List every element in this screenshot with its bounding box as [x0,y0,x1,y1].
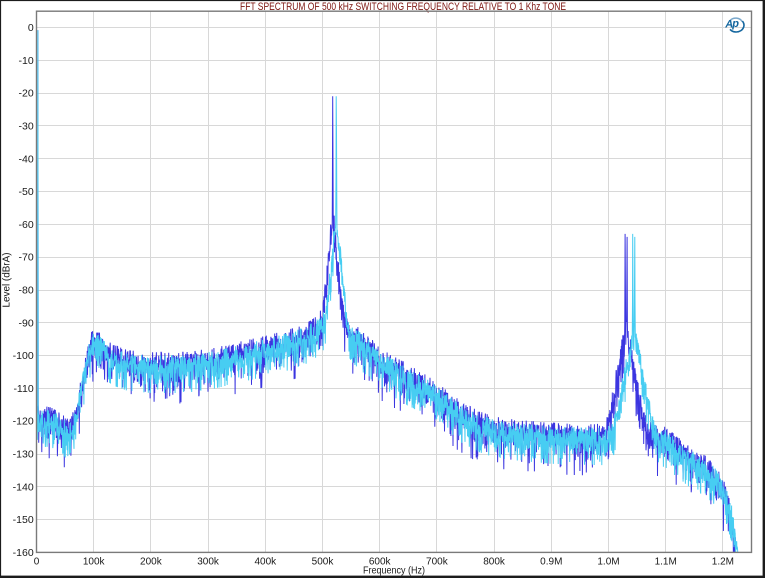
svg-text:-30: -30 [19,121,34,133]
svg-text:100k: 100k [83,557,106,568]
svg-text:-100: -100 [13,350,34,362]
svg-text:-160: -160 [13,547,34,559]
svg-text:-110: -110 [13,383,33,395]
svg-text:500k: 500k [312,557,335,568]
svg-text:p: p [731,18,739,30]
svg-text:1.2M: 1.2M [712,557,734,568]
svg-text:-70: -70 [19,252,34,264]
svg-text:-40: -40 [19,153,34,165]
svg-text:1.1M: 1.1M [655,557,677,568]
svg-text:-90: -90 [19,317,34,329]
svg-text:300k: 300k [197,557,220,568]
svg-text:Frequency (Hz): Frequency (Hz) [363,566,425,577]
svg-text:200k: 200k [140,557,163,568]
svg-text:400k: 400k [254,557,277,568]
svg-text:-10: -10 [19,55,34,67]
svg-text:0.9M: 0.9M [540,557,562,568]
svg-text:800k: 800k [483,557,506,568]
svg-text:-150: -150 [13,514,34,526]
svg-text:1.0M: 1.0M [597,557,619,568]
svg-text:-120: -120 [13,416,34,428]
svg-text:-50: -50 [19,186,34,198]
svg-text:-20: -20 [19,88,34,100]
svg-text:-60: -60 [19,219,34,231]
svg-text:700k: 700k [426,557,449,568]
svg-text:0: 0 [28,22,34,34]
svg-text:-80: -80 [19,285,34,297]
svg-text:-130: -130 [13,449,34,461]
svg-text:-140: -140 [13,481,34,493]
svg-text:0: 0 [34,557,40,568]
svg-text:Level (dBrA): Level (dBrA) [2,253,13,308]
